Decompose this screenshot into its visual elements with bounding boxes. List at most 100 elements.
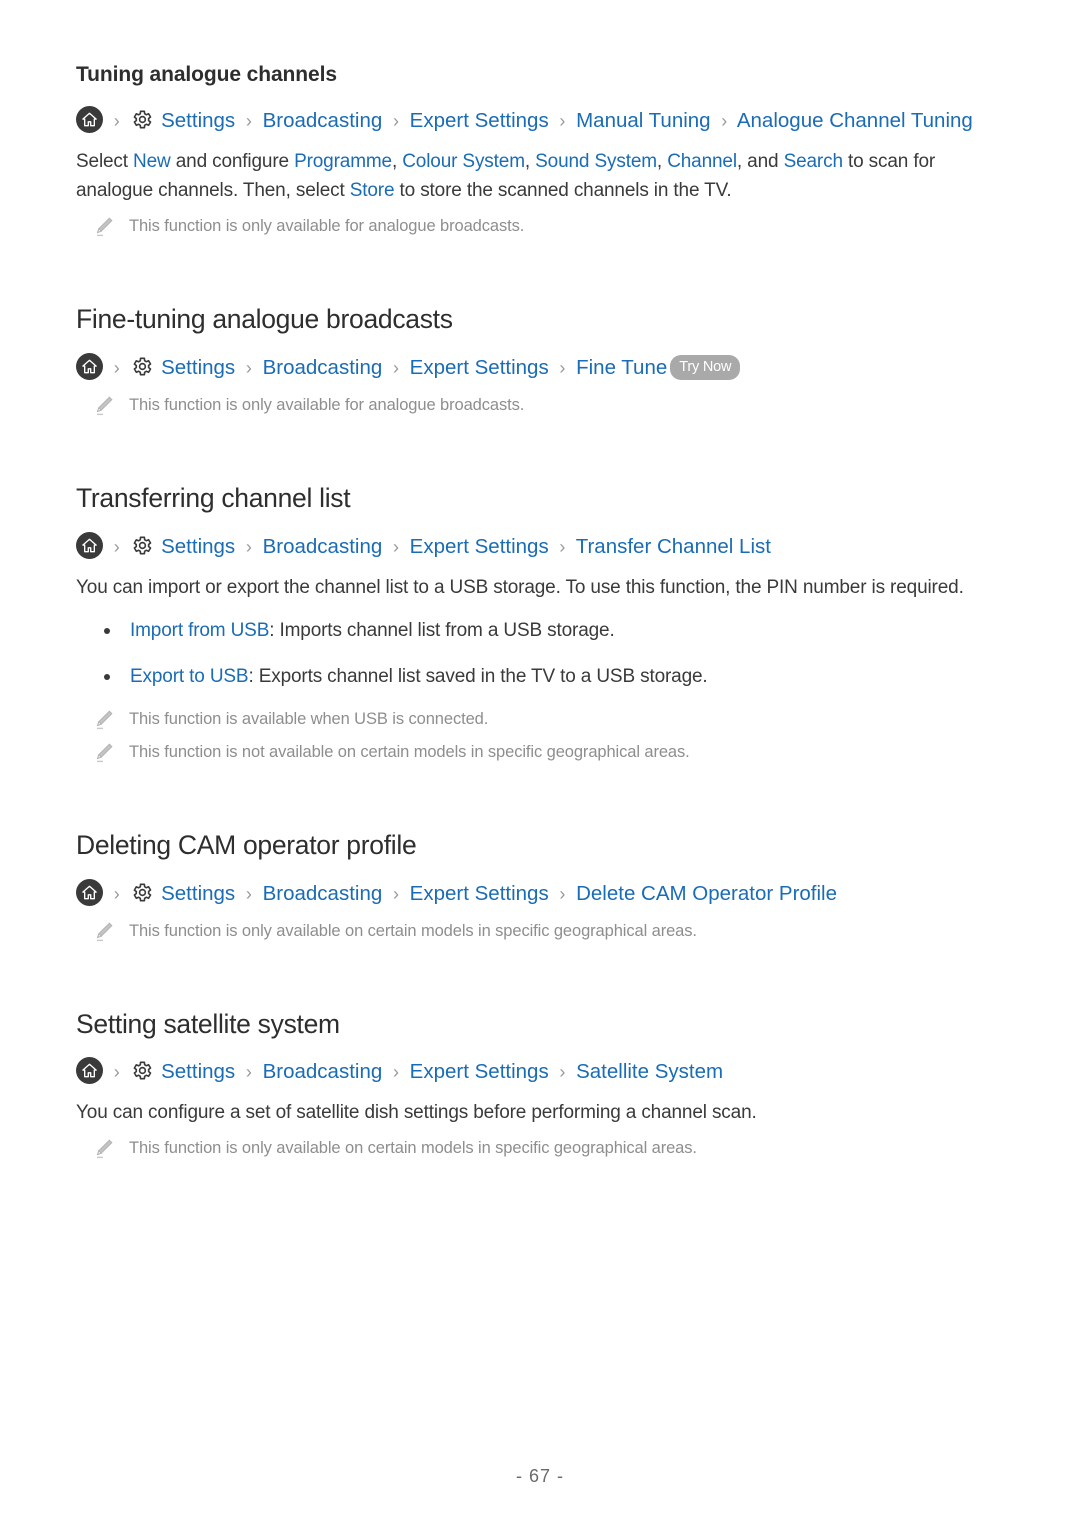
breadcrumb-item-settings[interactable]: Settings [161,882,235,905]
breadcrumb-item-expert-settings[interactable]: Expert Settings [410,356,549,379]
breadcrumb-separator: › [113,536,120,557]
body-text: to store the scanned channels in the TV. [394,180,732,202]
note-item: This function is only available on certa… [94,920,1004,943]
note-item: This function is only available for anal… [94,394,1004,417]
pencil-note-icon [94,395,114,417]
note-item: This function is only available for anal… [94,215,1004,238]
breadcrumb-separator: › [245,111,252,132]
breadcrumb-item-broadcasting[interactable]: Broadcasting [263,356,383,379]
list-item-description: : Imports channel list from a USB storag… [269,619,615,641]
home-icon[interactable] [76,352,103,380]
breadcrumb-item-expert-settings[interactable]: Expert Settings [410,535,549,558]
body-text: , [524,151,536,173]
gear-icon[interactable] [130,881,153,904]
home-icon[interactable] [76,1057,103,1085]
manual-page: Tuning analogue channels › Settings › Br… [0,0,1080,1527]
link-channel[interactable]: Channel [667,151,737,172]
breadcrumb-item-settings[interactable]: Settings [161,109,235,132]
breadcrumb-separator: › [559,357,566,378]
note-text: This function is only available on certa… [129,1139,697,1158]
breadcrumb-item-expert-settings[interactable]: Expert Settings [410,1060,549,1083]
breadcrumb-separator: › [113,1062,120,1083]
breadcrumb-separator: › [245,1062,252,1083]
link-programme[interactable]: Programme [294,151,392,172]
body-text: , and [736,151,784,173]
breadcrumb-item-expert-settings[interactable]: Expert Settings [410,882,549,905]
link-search[interactable]: Search [784,151,843,172]
note-item: This function is only available on certa… [94,1137,1004,1160]
list-item-description: : Exports channel list saved in the TV t… [248,665,708,687]
breadcrumb-separator: › [559,883,566,904]
note-text: This function is only available for anal… [129,395,525,414]
breadcrumb-separator: › [392,883,399,904]
pencil-note-icon [94,216,114,238]
gear-icon[interactable] [130,1059,153,1082]
breadcrumb-separator: › [245,883,252,904]
link-colour-system[interactable]: Colour System [402,151,525,172]
breadcrumb-separator: › [559,1062,566,1083]
gear-icon[interactable] [130,534,153,557]
pencil-note-icon [94,921,114,943]
breadcrumb-separator: › [392,111,399,132]
breadcrumb-item-settings[interactable]: Settings [161,535,235,558]
home-icon[interactable] [76,878,103,906]
breadcrumb-item-analogue-channel-tuning[interactable]: Analogue Channel Tuning [737,109,973,132]
breadcrumb-setting-satellite-system: › Settings › Broadcasting › Expert Setti… [76,1056,1004,1088]
note-text: This function is not available on certai… [129,742,690,761]
breadcrumb-item-manual-tuning[interactable]: Manual Tuning [576,109,710,132]
breadcrumb-item-broadcasting[interactable]: Broadcasting [263,109,383,132]
breadcrumb-separator: › [721,111,728,132]
note-text: This function is only available for anal… [129,217,525,236]
breadcrumb-deleting-cam-operator-profile: › Settings › Broadcasting › Expert Setti… [76,878,1004,910]
home-icon[interactable] [76,106,103,134]
breadcrumb-separator: › [392,357,399,378]
link-sound-system[interactable]: Sound System [535,151,657,172]
breadcrumb-item-broadcasting[interactable]: Broadcasting [263,1060,383,1083]
link-store[interactable]: Store [350,180,395,201]
home-icon[interactable] [76,531,103,559]
try-now-badge[interactable]: Try Now [670,354,741,381]
breadcrumb-separator: › [245,536,252,557]
breadcrumb-item-fine-tune[interactable]: Fine Tune [576,356,667,379]
page-title: Tuning analogue channels [76,63,337,86]
link-export-to-usb[interactable]: Export to USB [130,666,249,687]
breadcrumb-separator: › [113,883,120,904]
breadcrumb-separator: › [245,357,252,378]
pencil-note-icon [94,1138,114,1160]
section-heading-deleting-cam-operator-profile: Deleting CAM operator profile [76,829,417,860]
gear-icon[interactable] [130,355,153,378]
breadcrumb-item-delete-cam-operator-profile[interactable]: Delete CAM Operator Profile [576,882,837,905]
breadcrumb-item-expert-settings[interactable]: Expert Settings [410,109,549,132]
breadcrumb-item-broadcasting[interactable]: Broadcasting [263,882,383,905]
body-text: , [391,151,403,173]
link-import-from-usb[interactable]: Import from USB [130,620,269,641]
note-text: This function is only available on certa… [129,921,697,940]
breadcrumb-item-satellite-system[interactable]: Satellite System [576,1060,723,1083]
breadcrumb-separator: › [392,536,399,557]
breadcrumb-item-settings[interactable]: Settings [161,1060,235,1083]
breadcrumb-transferring-channel-list: › Settings › Broadcasting › Expert Setti… [76,531,1004,563]
pencil-note-icon [94,742,114,764]
breadcrumb-item-transfer-channel-list[interactable]: Transfer Channel List [576,535,771,558]
bullet-list-transfer-options: Import from USB: Imports channel list fr… [76,616,1004,691]
note-item: This function is available when USB is c… [94,708,1004,731]
breadcrumb-separator: › [559,536,566,557]
link-new[interactable]: New [133,151,171,172]
breadcrumb-item-broadcasting[interactable]: Broadcasting [263,535,383,558]
breadcrumb-separator: › [559,111,566,132]
section-body-setting-satellite-system: You can configure a set of satellite dis… [76,1102,757,1124]
section-heading-setting-satellite-system: Setting satellite system [76,1008,340,1039]
page-number: - 67 - [515,1466,564,1486]
breadcrumb-separator: › [392,1062,399,1083]
breadcrumb-separator: › [113,357,120,378]
list-item: Export to USB: Exports channel list save… [76,662,1004,691]
body-text: Select [76,151,134,173]
pencil-note-icon [94,709,114,731]
breadcrumb-item-settings[interactable]: Settings [161,356,235,379]
section-heading-fine-tuning: Fine-tuning analogue broadcasts [76,304,453,335]
gear-icon[interactable] [130,108,153,131]
